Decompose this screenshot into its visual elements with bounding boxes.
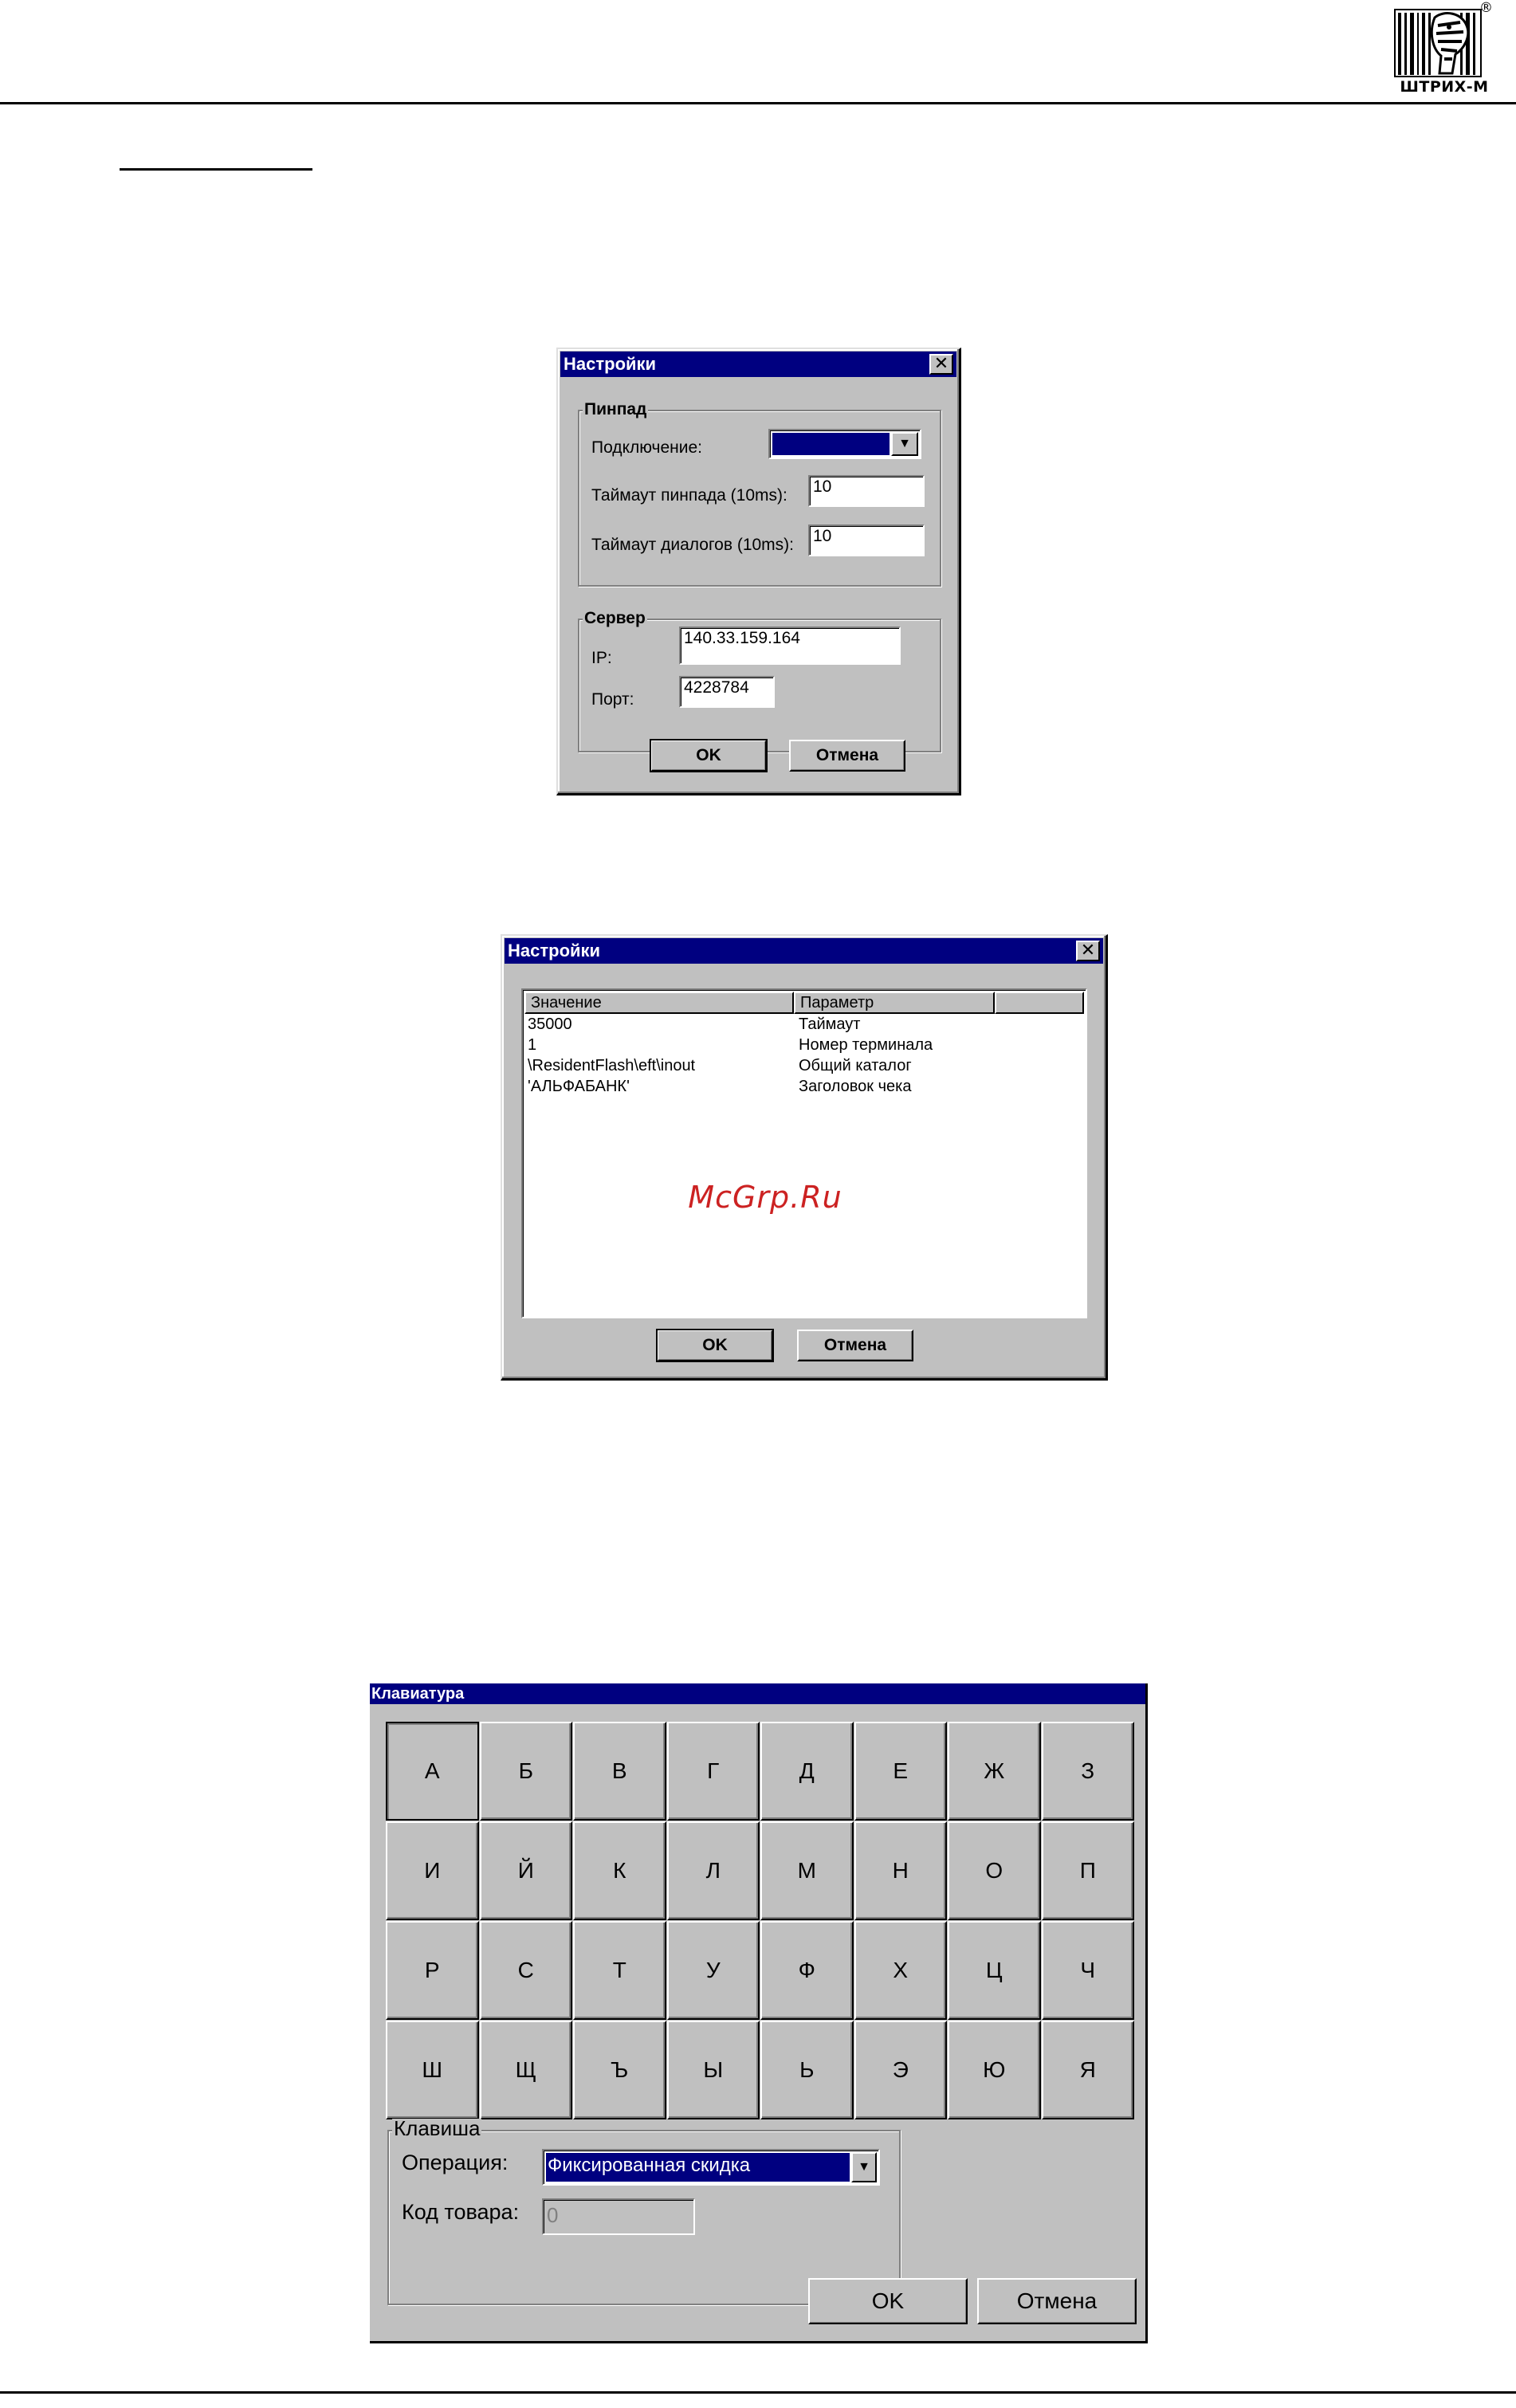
row-value[interactable]: 1: [528, 1035, 536, 1055]
row-value[interactable]: 35000: [528, 1014, 572, 1035]
key-button[interactable]: Э: [854, 2021, 947, 2119]
column-header-extra[interactable]: [995, 992, 1084, 1014]
cancel-button[interactable]: Отмена: [797, 1330, 913, 1361]
key-button[interactable]: Я: [1041, 2021, 1134, 2119]
pinpad-group-title: Пинпад: [583, 400, 649, 419]
key-button[interactable]: Ш: [386, 2021, 479, 2119]
chevron-down-icon[interactable]: ▼: [851, 2152, 877, 2182]
key-button[interactable]: Ю: [948, 2021, 1041, 2119]
connection-select[interactable]: ▼: [768, 429, 921, 459]
operation-select[interactable]: Фиксированная скидка ▼: [542, 2149, 880, 2186]
dialog-title: Настройки: [508, 941, 601, 960]
dialog-timeout-label: Таймаут диалогов (10ms):: [591, 536, 794, 554]
key-button[interactable]: А: [386, 1722, 479, 1821]
key-button[interactable]: О: [948, 1821, 1041, 1920]
ip-label: IP:: [591, 649, 612, 667]
port-input[interactable]: 4228784: [679, 676, 775, 708]
key-button[interactable]: З: [1041, 1722, 1134, 1821]
ok-button[interactable]: OK: [650, 739, 768, 772]
key-button[interactable]: И: [386, 1821, 479, 1920]
connection-selected-value: [772, 433, 890, 455]
key-button[interactable]: Ь: [760, 2021, 854, 2119]
close-icon: ✕: [1080, 940, 1096, 960]
key-button[interactable]: Ы: [666, 2021, 760, 2119]
key-button[interactable]: Т: [573, 1921, 666, 2020]
key-button[interactable]: Ц: [948, 1921, 1041, 2020]
footer-rule: [0, 2391, 1516, 2394]
port-label: Порт:: [591, 690, 634, 709]
key-group-title: Клавиша: [392, 2116, 482, 2140]
watermark-text: McGrp.Ru: [688, 1180, 842, 1215]
row-value[interactable]: \ResidentFlash\eft\inout: [528, 1055, 695, 1076]
key-button[interactable]: М: [760, 1821, 854, 1920]
key-button[interactable]: Н: [854, 1821, 947, 1920]
dialog-title-bar: Настройки ✕: [560, 352, 956, 377]
connection-label: Подключение:: [591, 438, 702, 457]
column-header-param[interactable]: Параметр: [794, 992, 995, 1014]
key-button[interactable]: В: [573, 1722, 666, 1821]
logo-text: ШТРИХ-М: [1400, 78, 1489, 96]
column-header-value[interactable]: Значение: [524, 992, 794, 1014]
key-button[interactable]: Ч: [1041, 1921, 1134, 2020]
chevron-down-icon[interactable]: ▼: [891, 432, 918, 456]
key-button[interactable]: Щ: [479, 2021, 572, 2119]
key-button[interactable]: Ъ: [573, 2021, 666, 2119]
params-list[interactable]: Значение Параметр 35000 Таймаут 1 Номер …: [521, 988, 1087, 1318]
dialog-title-bar: Клавиатура: [370, 1683, 1145, 1704]
item-code-label: Код товара:: [402, 2200, 520, 2224]
close-button[interactable]: ✕: [1076, 941, 1100, 961]
ip-input[interactable]: 140.33.159.164: [679, 627, 901, 665]
row-param[interactable]: Заголовок чека: [799, 1076, 911, 1097]
cancel-button[interactable]: Отмена: [789, 740, 905, 772]
operation-selected-value: Фиксированная скидка: [546, 2153, 850, 2182]
pinpad-timeout-input[interactable]: 10: [808, 475, 925, 507]
row-value[interactable]: 'АЛЬФАБАНК': [528, 1076, 630, 1097]
ok-button[interactable]: OK: [808, 2278, 968, 2324]
operation-label: Операция:: [402, 2151, 509, 2174]
settings-params-dialog: Настройки ✕ Значение Параметр 35000 Тайм…: [501, 934, 1108, 1381]
cancel-button[interactable]: Отмена: [977, 2278, 1137, 2324]
header-rule: [0, 102, 1516, 104]
key-button[interactable]: Й: [479, 1821, 572, 1920]
server-group-title: Сервер: [583, 609, 647, 628]
registered-mark: ®: [1479, 0, 1493, 16]
key-button[interactable]: Г: [666, 1722, 760, 1821]
key-button[interactable]: П: [1041, 1821, 1134, 1920]
keyboard-dialog: Клавиатура АБВГДЕЖЗ ИЙКЛМНОП РСТУФХЦЧ ШЩЪЫЬ…: [370, 1683, 1148, 2343]
key-button[interactable]: К: [573, 1821, 666, 1920]
key-button[interactable]: С: [479, 1921, 572, 2020]
item-code-input[interactable]: 0: [542, 2198, 695, 2235]
row-param[interactable]: Номер терминала: [799, 1035, 933, 1055]
key-button[interactable]: У: [666, 1921, 760, 2020]
key-button[interactable]: Е: [854, 1722, 947, 1821]
ok-button[interactable]: OK: [656, 1329, 774, 1362]
letter-key-grid: АБВГДЕЖЗ ИЙКЛМНОП РСТУФХЦЧ ШЩЪЫЬЭЮЯ: [386, 1722, 1134, 2119]
key-button[interactable]: Х: [854, 1921, 947, 2020]
dialog-title: Настройки: [564, 354, 657, 374]
dialog-title-bar: Настройки ✕: [505, 938, 1103, 964]
key-button[interactable]: Б: [479, 1722, 572, 1821]
pinpad-timeout-label: Таймаут пинпада (10ms):: [591, 486, 787, 505]
row-param[interactable]: Общий каталог: [799, 1055, 912, 1076]
key-button[interactable]: Ж: [948, 1722, 1041, 1821]
row-param[interactable]: Таймаут: [799, 1014, 860, 1035]
dialog-title: Клавиатура: [371, 1685, 465, 1703]
zebra-logo-icon: [1394, 9, 1482, 77]
shtrih-m-logo: ® ШТРИХ-М: [1388, 0, 1498, 97]
heading-underline: [120, 168, 312, 171]
dialog-timeout-input[interactable]: 10: [808, 524, 925, 556]
key-button[interactable]: Ф: [760, 1921, 854, 2020]
settings-pinpad-dialog: Настройки ✕ Пинпад Подключение: ▼ Таймау…: [556, 348, 961, 795]
key-button[interactable]: Д: [760, 1722, 854, 1821]
close-icon: ✕: [933, 353, 949, 373]
key-button[interactable]: Р: [386, 1921, 479, 2020]
close-button[interactable]: ✕: [929, 354, 953, 375]
key-button[interactable]: Л: [666, 1821, 760, 1920]
